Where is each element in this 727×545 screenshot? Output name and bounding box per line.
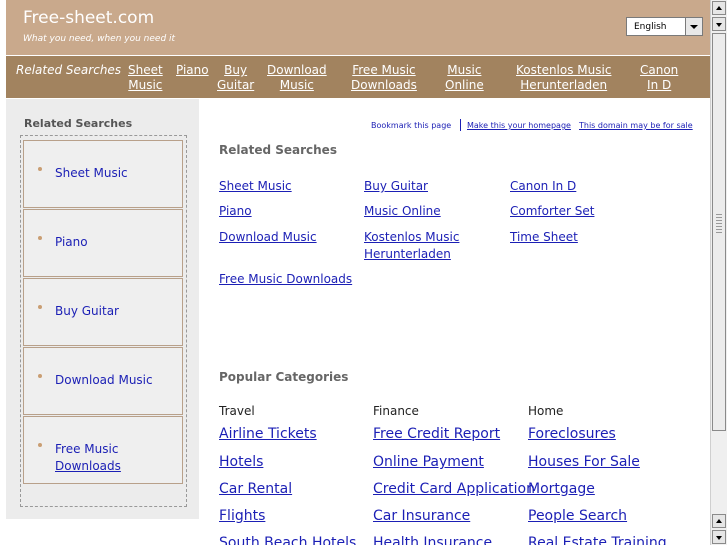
- grip-icon: [716, 214, 722, 234]
- sidebar-item-free-music-downloads[interactable]: Free Music Downloads: [23, 416, 183, 484]
- scrollbar-thumb[interactable]: [712, 33, 726, 431]
- category-link[interactable]: South Beach Hotels: [219, 535, 356, 545]
- category-link[interactable]: People Search: [528, 508, 627, 524]
- category-link[interactable]: Online Payment: [373, 454, 484, 470]
- top-nav-item[interactable]: Canon In D: [640, 63, 678, 93]
- bullet-icon: [38, 305, 42, 309]
- related-link[interactable]: Time Sheet: [510, 229, 578, 246]
- sidebar-item-link[interactable]: Buy Guitar: [55, 303, 119, 320]
- related-link[interactable]: Buy Guitar: [364, 178, 428, 195]
- category-link[interactable]: Free Credit Report: [373, 426, 500, 442]
- divider: [460, 119, 461, 131]
- page: Free-sheet.com What you need, when you n…: [0, 0, 710, 545]
- bookmark-link[interactable]: Bookmark this page: [371, 121, 451, 130]
- related-link[interactable]: Music Online: [364, 203, 441, 220]
- category-link[interactable]: Real Estate Training: [528, 535, 667, 545]
- top-nav-item[interactable]: Piano: [176, 63, 209, 78]
- bullet-icon: [38, 236, 42, 240]
- related-link[interactable]: Sheet Music: [219, 178, 292, 195]
- header: Free-sheet.com What you need, when you n…: [6, 0, 710, 55]
- bullet-icon: [38, 443, 42, 447]
- sidebar-title: Related Searches: [24, 117, 133, 130]
- for-sale-link[interactable]: This domain may be for sale: [579, 121, 693, 130]
- category-link[interactable]: Airline Tickets: [219, 426, 317, 442]
- sidebar-item-download-music[interactable]: Download Music: [23, 347, 183, 415]
- sidebar-item-link[interactable]: Download Music: [55, 372, 153, 389]
- homepage-link[interactable]: Make this your homepage: [467, 121, 571, 130]
- top-nav-item[interactable]: Buy Guitar: [217, 63, 254, 93]
- sidebar-list: Sheet Music Piano Buy Guitar Download Mu…: [20, 135, 187, 507]
- sidebar-item-piano[interactable]: Piano: [23, 209, 183, 277]
- popular-categories-title: Popular Categories: [219, 370, 349, 384]
- category-link[interactable]: Flights: [219, 508, 265, 524]
- sidebar-item-link[interactable]: Sheet Music: [55, 165, 128, 182]
- category-heading: Home: [528, 404, 564, 418]
- category-heading: Travel: [219, 404, 255, 418]
- top-nav: Related Searches Sheet Music Piano Buy Gui…: [6, 56, 710, 98]
- site-tagline: What you need, when you need it: [23, 34, 176, 44]
- sidebar-item-link[interactable]: Free Music Downloads: [55, 441, 121, 475]
- top-nav-item[interactable]: Kostenlos Music Herunterladen: [516, 63, 611, 93]
- related-link[interactable]: Canon In D: [510, 178, 576, 195]
- category-heading: Finance: [373, 404, 419, 418]
- language-select[interactable]: English: [626, 17, 703, 36]
- site-title[interactable]: Free-sheet.com: [23, 8, 154, 28]
- sidebar-item-buy-guitar[interactable]: Buy Guitar: [23, 278, 183, 346]
- category-link[interactable]: Houses For Sale: [528, 454, 640, 470]
- category-link[interactable]: Mortgage: [528, 481, 595, 497]
- top-nav-item[interactable]: Free Music Downloads: [351, 63, 417, 93]
- bullet-icon: [38, 167, 42, 171]
- top-nav-item[interactable]: Sheet Music: [128, 63, 163, 93]
- category-link[interactable]: Car Rental: [219, 481, 292, 497]
- chevron-down-icon[interactable]: [685, 18, 702, 35]
- category-link[interactable]: Credit Card Application: [373, 481, 535, 497]
- top-nav-item[interactable]: Music Online: [445, 63, 484, 93]
- related-searches-title: Related Searches: [219, 143, 337, 157]
- sidebar-item-link[interactable]: Piano: [55, 234, 88, 251]
- related-link[interactable]: Download Music: [219, 229, 317, 246]
- scroll-down-button[interactable]: [712, 530, 726, 544]
- category-link[interactable]: Health Insurance: [373, 535, 492, 545]
- top-nav-item[interactable]: Download Music: [267, 63, 327, 93]
- sidebar-item-sheet-music[interactable]: Sheet Music: [23, 140, 183, 208]
- category-link[interactable]: Hotels: [219, 454, 263, 470]
- top-nav-lead: Related Searches: [16, 63, 122, 77]
- related-link[interactable]: Piano: [219, 203, 252, 220]
- category-link[interactable]: Car Insurance: [373, 508, 470, 524]
- related-link[interactable]: Kostenlos Music Herunterladen: [364, 229, 459, 263]
- vertical-scrollbar[interactable]: [710, 0, 727, 545]
- bullet-icon: [38, 374, 42, 378]
- related-link[interactable]: Free Music Downloads: [219, 271, 352, 288]
- related-link[interactable]: Comforter Set: [510, 203, 594, 220]
- scroll-up-button[interactable]: [712, 1, 726, 15]
- scroll-down-button[interactable]: [712, 17, 726, 31]
- category-link[interactable]: Foreclosures: [528, 426, 616, 442]
- sidebar: Related Searches Sheet Music Piano Buy G…: [6, 99, 199, 519]
- language-value: English: [634, 22, 667, 32]
- scroll-up-button[interactable]: [712, 514, 726, 528]
